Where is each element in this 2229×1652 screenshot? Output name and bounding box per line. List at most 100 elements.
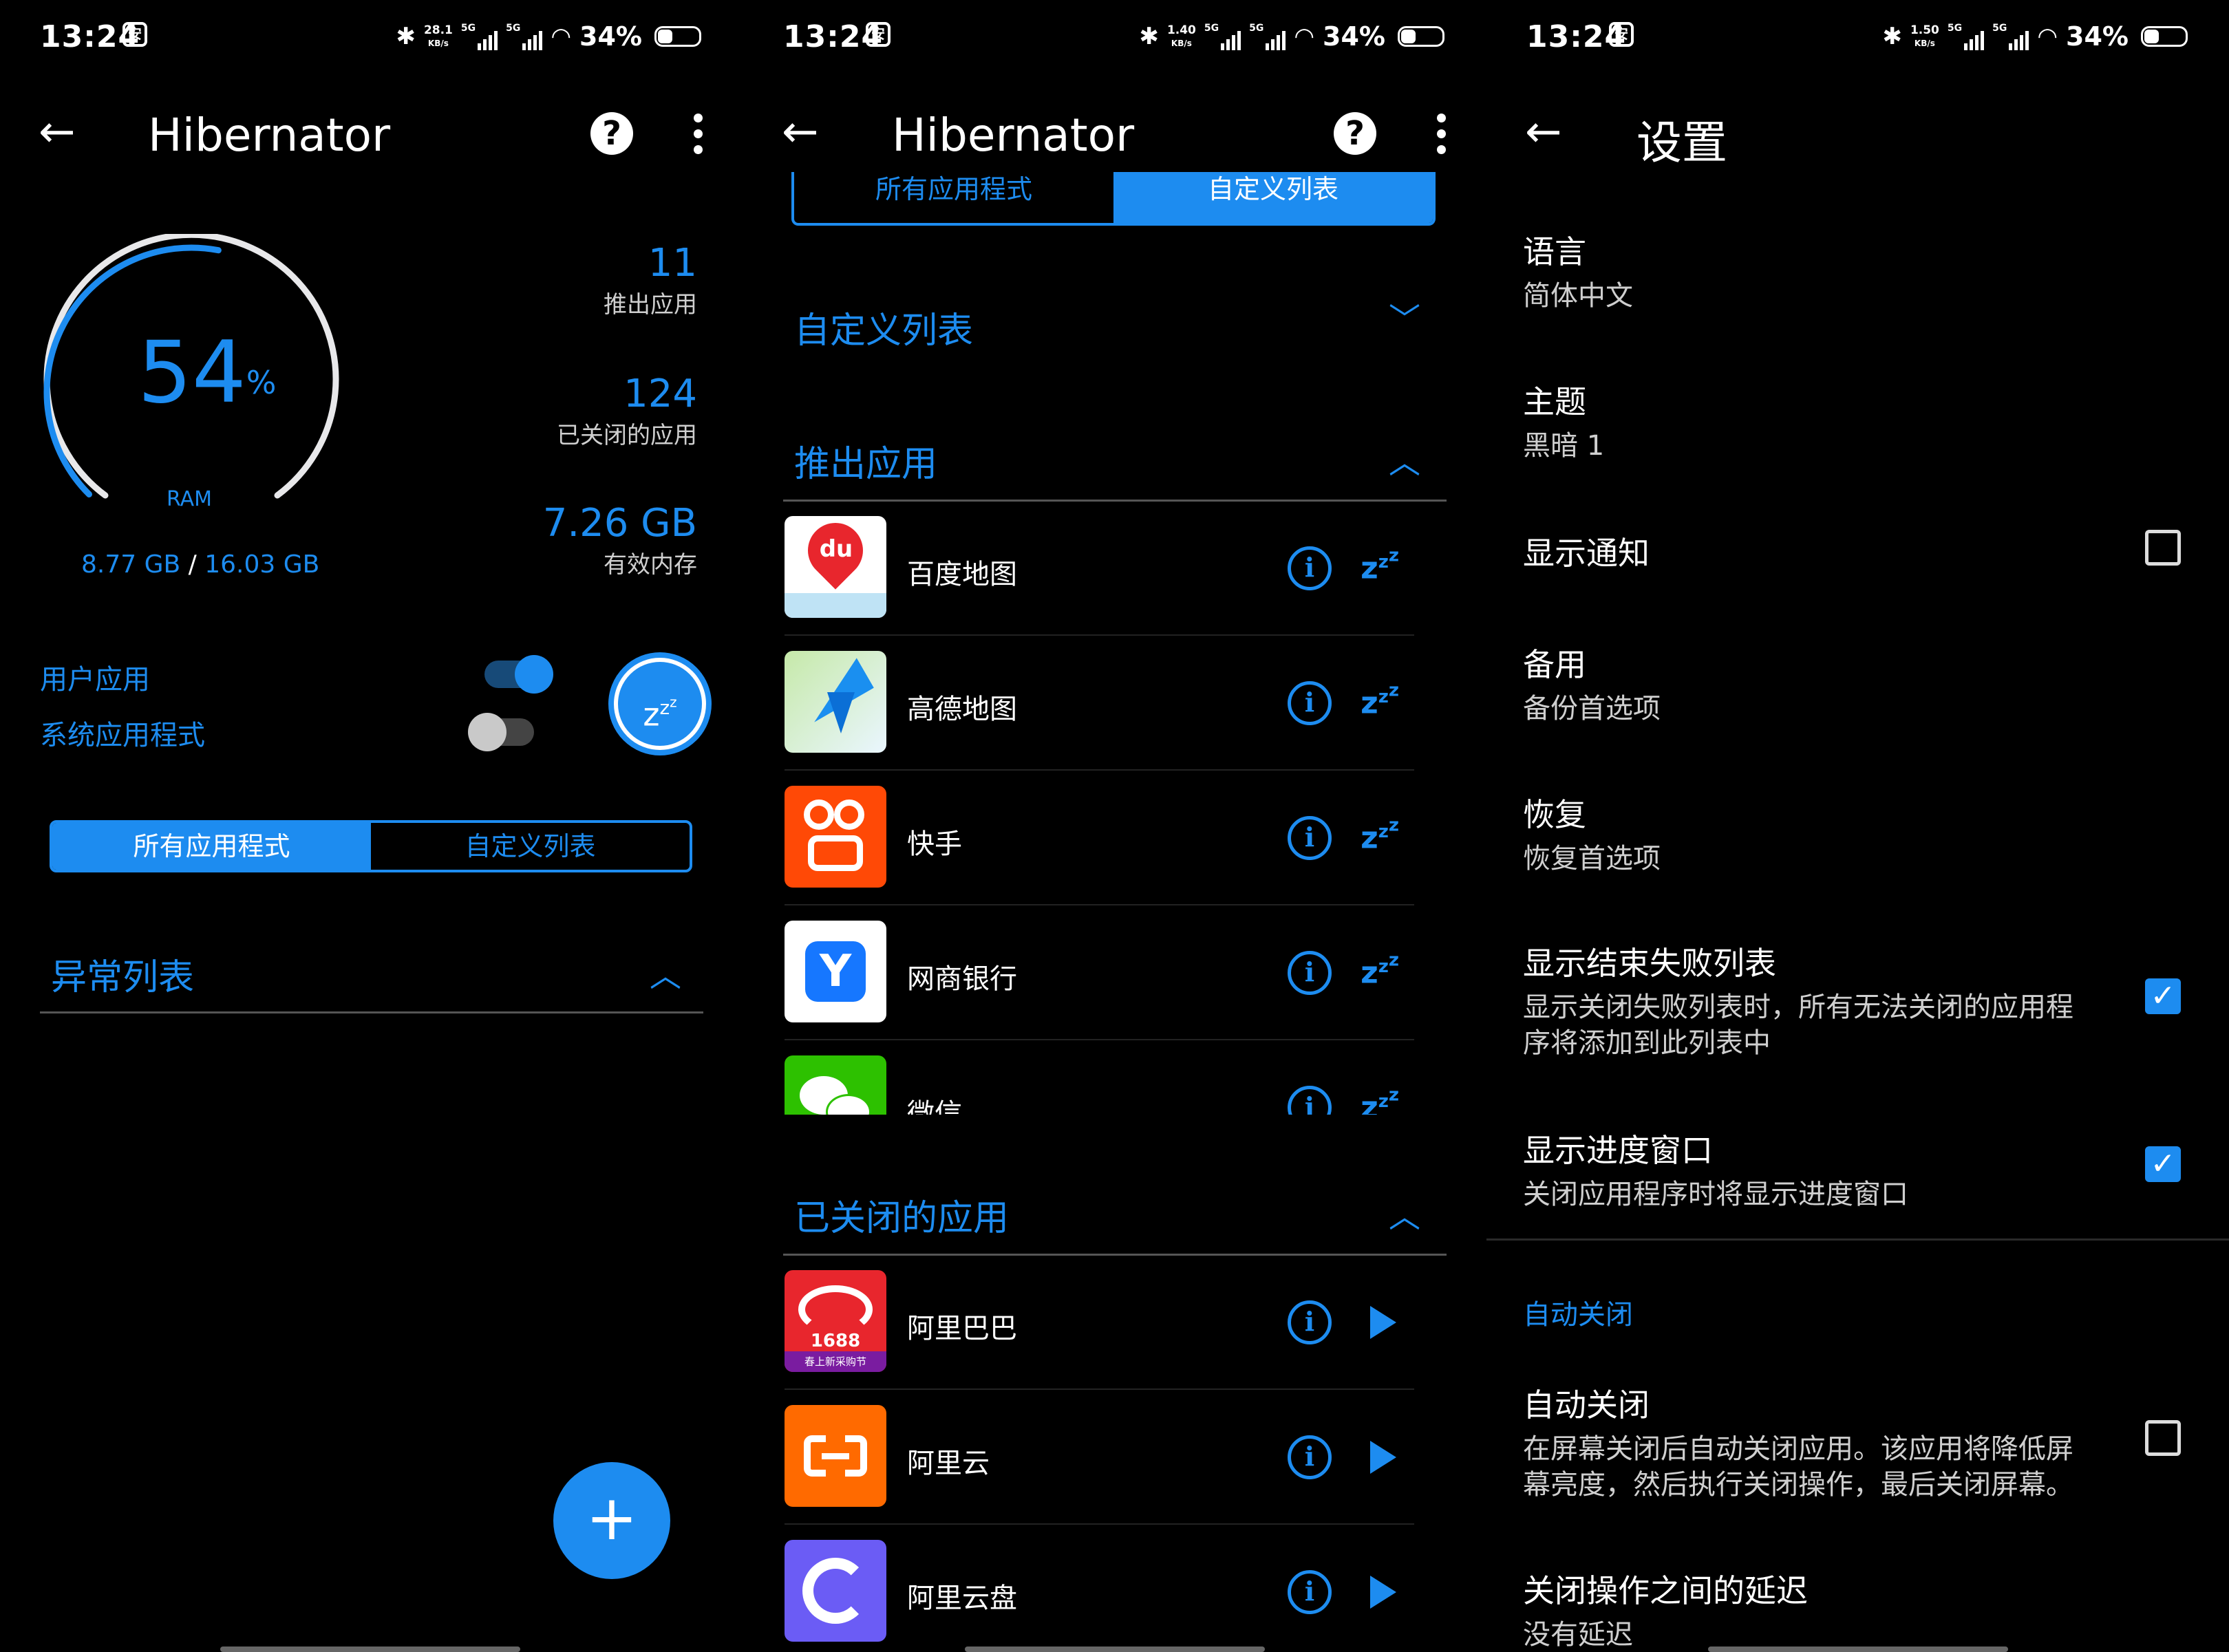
setting-backup[interactable]: 备用 备份首选项: [1523, 640, 2188, 727]
bluetooth-icon: ✱: [396, 23, 416, 50]
app-name: 微信: [907, 1098, 962, 1115]
help-icon[interactable]: ?: [590, 112, 633, 155]
sleep-icon[interactable]: zzz: [1361, 815, 1399, 855]
section-closed-apps[interactable]: 已关闭的应用: [794, 1189, 1009, 1241]
wifi-icon: ◠: [2037, 23, 2058, 50]
wechat-icon: [785, 1055, 886, 1115]
sleep-icon[interactable]: zzz: [1361, 545, 1399, 586]
battery-percent: 34%: [1323, 21, 1385, 52]
back-arrow-icon[interactable]: ←: [39, 110, 76, 154]
sleep-icon[interactable]: zzz: [1361, 950, 1399, 990]
status-bar: 13:24 安 ✱ 28.1 KB/s 5G 5G ◠ 34%: [0, 0, 743, 76]
info-icon[interactable]: i: [1288, 1435, 1332, 1479]
status-bar: 13:24 安 ✱ 1.40 KB/s 5G 5G ◠ 34%: [743, 0, 1486, 76]
chevron-up-icon[interactable]: ︿: [1389, 438, 1420, 483]
setting-show-fail-list[interactable]: 显示结束失败列表 显示关闭失败列表时，所有无法关闭的应用程序将添加到此列表中: [1523, 938, 2098, 1061]
list-item[interactable]: du 百度地图 i zzz: [785, 502, 1414, 636]
info-icon[interactable]: i: [1288, 1086, 1332, 1115]
ram-label: RAM: [167, 487, 213, 511]
progress-checkbox[interactable]: ✓: [2145, 1146, 2181, 1182]
chevron-up-icon[interactable]: ︿: [1389, 1192, 1420, 1237]
closed-apps-list: 1688 春上新采购节 阿里巴巴 i 阿里云 i 阿里云盘 i: [743, 1256, 1486, 1652]
signal-icon: 5G: [1948, 23, 1985, 50]
status-bar: 13:24 安 ✱ 1.50 KB/s 5G 5G ◠ 34%: [1486, 0, 2229, 76]
system-apps-label: 系统应用程式: [40, 720, 205, 751]
app-name: 百度地图: [907, 559, 1017, 590]
gesture-bar: [220, 1646, 520, 1652]
hibernate-button[interactable]: zzz: [608, 652, 712, 755]
divider: [783, 500, 1447, 502]
tab-all-apps[interactable]: 所有应用程式: [794, 172, 1113, 223]
info-icon[interactable]: i: [1288, 816, 1332, 860]
app-name: 阿里云: [907, 1448, 990, 1479]
battery-icon: [654, 26, 701, 47]
app-name: 高德地图: [907, 694, 1017, 725]
fail-list-checkbox[interactable]: ✓: [2145, 978, 2181, 1014]
aliyun-drive-icon: [785, 1540, 886, 1642]
list-tabs: 所有应用程式 自定义列表: [50, 820, 692, 872]
wifi-icon: ◠: [1294, 23, 1315, 50]
back-arrow-icon[interactable]: ←: [1525, 110, 1562, 154]
setting-close-delay[interactable]: 关闭操作之间的延迟 没有延迟: [1523, 1566, 2188, 1652]
setting-theme[interactable]: 主题 黑暗 1: [1523, 377, 2188, 464]
aliyun-icon: [785, 1405, 886, 1507]
section-exception-list[interactable]: 异常列表: [51, 948, 194, 1000]
amap-icon: [785, 651, 886, 753]
ram-usage: 8.77 GB / 16.03 GB: [81, 550, 320, 579]
page-title: 设置: [1636, 116, 1727, 169]
info-icon[interactable]: i: [1288, 1300, 1332, 1344]
more-options-icon[interactable]: [1437, 114, 1447, 161]
settings-screen: 13:24 安 ✱ 1.50 KB/s 5G 5G ◠ 34% ← 设置 语言 简体…: [1486, 0, 2229, 1652]
setting-language[interactable]: 语言 简体中文: [1523, 227, 2188, 314]
setting-restore[interactable]: 恢复 恢复首选项: [1523, 790, 2188, 877]
tab-all-apps[interactable]: 所有应用程式: [52, 823, 371, 870]
list-item[interactable]: 快手 i zzz: [785, 772, 1414, 905]
back-arrow-icon[interactable]: ←: [782, 110, 819, 154]
list-item[interactable]: 微信 i zzz: [785, 1042, 1414, 1115]
help-icon[interactable]: ?: [1334, 112, 1376, 155]
more-options-icon[interactable]: [694, 114, 703, 161]
list-item[interactable]: Y 网商银行 i zzz: [785, 907, 1414, 1040]
user-apps-toggle[interactable]: [484, 655, 553, 694]
divider: [1486, 1238, 2229, 1241]
section-pushed-apps[interactable]: 推出应用: [794, 435, 937, 486]
add-fab-button[interactable]: +: [553, 1462, 670, 1579]
list-item[interactable]: 阿里云盘 i: [785, 1526, 1414, 1652]
status-icons: ✱ 1.50 KB/s 5G 5G ◠ 34%: [1882, 19, 2188, 54]
sleep-icon[interactable]: zzz: [1361, 680, 1399, 720]
chevron-down-icon[interactable]: ﹀: [1389, 294, 1420, 340]
divider: [783, 1254, 1447, 1256]
hibernator-main-screen: 13:24 安 ✱ 28.1 KB/s 5G 5G ◠ 34% ← Hiberna…: [0, 0, 743, 1652]
play-icon[interactable]: [1370, 1576, 1396, 1609]
baidu-map-icon: du: [785, 516, 886, 618]
network-speed: 1.50 KB/s: [1910, 23, 1939, 48]
setting-show-progress[interactable]: 显示进度窗口 关闭应用程序时将显示进度窗口: [1523, 1126, 2098, 1212]
hibernator-custom-list-screen: 13:24 安 ✱ 1.40 KB/s 5G 5G ◠ 34% ← Hiberna…: [743, 0, 1486, 1652]
setting-show-notification[interactable]: 显示通知: [1523, 528, 2188, 574]
network-speed: 1.40 KB/s: [1166, 23, 1196, 48]
tab-custom-list[interactable]: 自定义列表: [1113, 172, 1433, 223]
app-name: 阿里巴巴: [907, 1313, 1017, 1344]
stat-memory: 7.26 GB 有效内存: [542, 501, 697, 579]
info-icon[interactable]: i: [1288, 1570, 1332, 1614]
user-apps-label: 用户应用: [40, 664, 150, 696]
mybank-icon: Y: [785, 921, 886, 1022]
bluetooth-icon: ✱: [1139, 23, 1159, 50]
auto-close-checkbox[interactable]: [2145, 1420, 2181, 1456]
tab-custom-list[interactable]: 自定义列表: [371, 823, 690, 870]
info-icon[interactable]: i: [1288, 951, 1332, 995]
chevron-up-icon[interactable]: ︿: [650, 951, 681, 996]
info-icon[interactable]: i: [1288, 546, 1332, 590]
list-item[interactable]: 高德地图 i zzz: [785, 637, 1414, 771]
sleep-icon[interactable]: zzz: [1361, 1084, 1399, 1115]
list-item[interactable]: 1688 春上新采购节 阿里巴巴 i: [785, 1256, 1414, 1390]
setting-auto-close[interactable]: 自动关闭 在屏幕关闭后自动关闭应用。该应用将降低屏幕亮度，然后执行关闭操作，最后关…: [1523, 1380, 2098, 1503]
signal-icon-2: 5G: [506, 23, 543, 50]
list-item[interactable]: 阿里云 i: [785, 1391, 1414, 1525]
section-custom-list[interactable]: 自定义列表: [794, 301, 973, 353]
notification-checkbox[interactable]: [2145, 530, 2181, 566]
play-icon[interactable]: [1370, 1441, 1396, 1474]
system-apps-toggle[interactable]: [468, 713, 534, 751]
info-icon[interactable]: i: [1288, 681, 1332, 725]
play-icon[interactable]: [1370, 1306, 1396, 1339]
